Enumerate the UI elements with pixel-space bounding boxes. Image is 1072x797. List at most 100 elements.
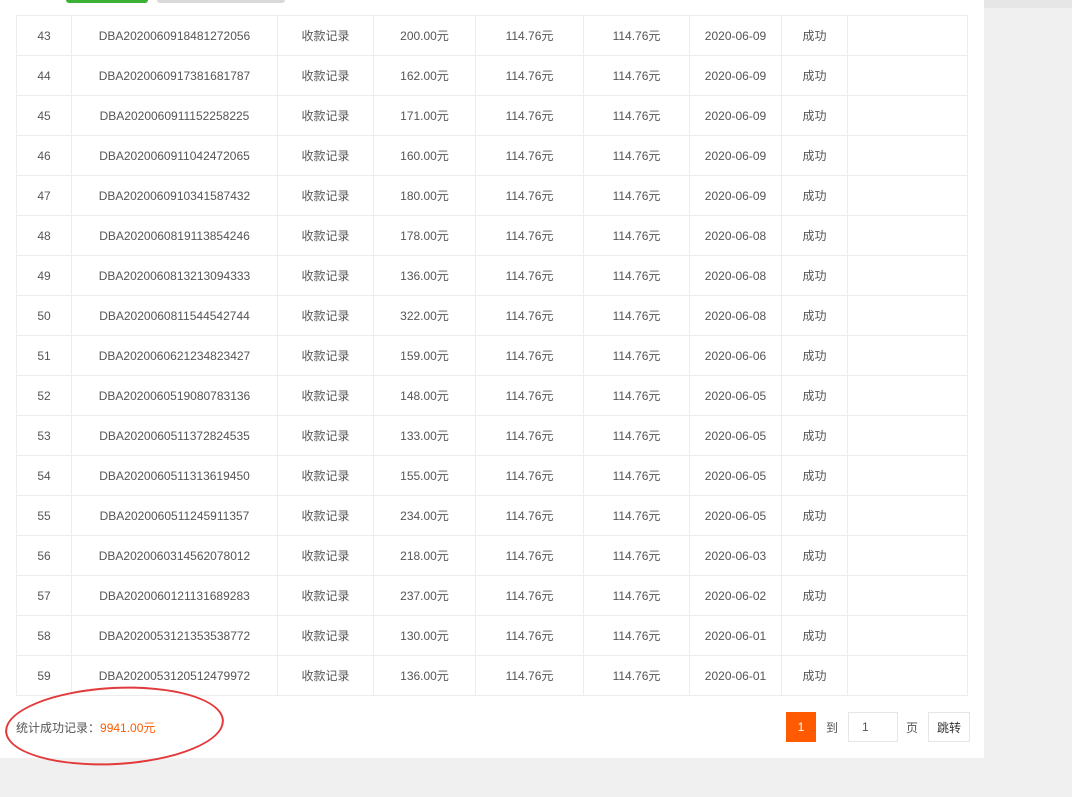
cell-order-id: DBA2020060621234823427	[71, 335, 278, 376]
cell-fee: 114.76元	[475, 375, 584, 416]
table-row: 54 DBA2020060511313619450 收款记录 155.00元 114.7…	[16, 455, 968, 496]
cell-empty	[847, 535, 968, 576]
cell-date: 2020-06-05	[689, 415, 782, 456]
cell-balance: 114.76元	[583, 335, 690, 376]
cell-date: 2020-06-01	[689, 655, 782, 696]
cell-record-type: 收款记录	[277, 535, 374, 576]
cell-amount: 155.00元	[373, 455, 476, 496]
cell-status: 成功	[781, 335, 848, 376]
cell-record-type: 收款记录	[277, 295, 374, 336]
cell-fee: 114.76元	[475, 215, 584, 256]
cell-record-type: 收款记录	[277, 55, 374, 96]
cell-balance: 114.76元	[583, 575, 690, 616]
cell-record-type: 收款记录	[277, 15, 374, 56]
cell-date: 2020-06-05	[689, 375, 782, 416]
cell-empty	[847, 335, 968, 376]
cell-index: 47	[16, 175, 72, 216]
cell-status: 成功	[781, 15, 848, 56]
cell-date: 2020-06-02	[689, 575, 782, 616]
cell-status: 成功	[781, 55, 848, 96]
cell-empty	[847, 135, 968, 176]
cell-status: 成功	[781, 535, 848, 576]
cell-order-id: DBA2020053121353538772	[71, 615, 278, 656]
cell-balance: 114.76元	[583, 15, 690, 56]
records-table: 43 DBA2020060918481272056 收款记录 200.00元 114.7…	[16, 15, 968, 696]
table-row: 51 DBA2020060621234823427 收款记录 159.00元 114.7…	[16, 335, 968, 376]
cell-balance: 114.76元	[583, 55, 690, 96]
table-row: 56 DBA2020060314562078012 收款记录 218.00元 114.7…	[16, 535, 968, 576]
cell-index: 54	[16, 455, 72, 496]
cell-balance: 114.76元	[583, 295, 690, 336]
cell-status: 成功	[781, 255, 848, 296]
cell-balance: 114.76元	[583, 535, 690, 576]
cell-empty	[847, 415, 968, 456]
cell-empty	[847, 55, 968, 96]
cell-amount: 218.00元	[373, 535, 476, 576]
cell-status: 成功	[781, 95, 848, 136]
tab-active-edge[interactable]	[66, 0, 148, 3]
cell-amount: 162.00元	[373, 55, 476, 96]
table-row: 53 DBA2020060511372824535 收款记录 133.00元 114.7…	[16, 415, 968, 456]
table-row: 44 DBA2020060917381681787 收款记录 162.00元 114.7…	[16, 55, 968, 96]
cell-status: 成功	[781, 375, 848, 416]
table-row: 57 DBA2020060121131689283 收款记录 237.00元 114.7…	[16, 575, 968, 616]
jump-button[interactable]: 跳转	[928, 712, 971, 742]
cell-status: 成功	[781, 415, 848, 456]
cell-fee: 114.76元	[475, 95, 584, 136]
cell-empty	[847, 15, 968, 56]
cell-balance: 114.76元	[583, 135, 690, 176]
cell-balance: 114.76元	[583, 415, 690, 456]
table-row: 47 DBA2020060910341587432 收款记录 180.00元 114.7…	[16, 175, 968, 216]
cell-index: 50	[16, 295, 72, 336]
cell-fee: 114.76元	[475, 655, 584, 696]
cell-empty	[847, 255, 968, 296]
cell-date: 2020-06-09	[689, 175, 782, 216]
cell-record-type: 收款记录	[277, 255, 374, 296]
cell-amount: 322.00元	[373, 295, 476, 336]
cell-fee: 114.76元	[475, 175, 584, 216]
cell-amount: 160.00元	[373, 135, 476, 176]
cell-index: 52	[16, 375, 72, 416]
cell-amount: 136.00元	[373, 655, 476, 696]
cell-amount: 133.00元	[373, 415, 476, 456]
cell-record-type: 收款记录	[277, 455, 374, 496]
cell-empty	[847, 655, 968, 696]
records-table-body: 43 DBA2020060918481272056 收款记录 200.00元 114.7…	[16, 15, 968, 696]
cell-balance: 114.76元	[583, 495, 690, 536]
table-row: 48 DBA2020060819113854246 收款记录 178.00元 114.7…	[16, 215, 968, 256]
table-row: 55 DBA2020060511245911357 收款记录 234.00元 114.7…	[16, 495, 968, 536]
cell-order-id: DBA2020060511245911357	[71, 495, 278, 536]
cell-order-id: DBA2020060910341587432	[71, 175, 278, 216]
cell-index: 45	[16, 95, 72, 136]
cell-amount: 200.00元	[373, 15, 476, 56]
cell-fee: 114.76元	[475, 455, 584, 496]
tab-inactive-edge[interactable]	[157, 0, 285, 3]
cell-date: 2020-06-08	[689, 215, 782, 256]
cell-index: 48	[16, 215, 72, 256]
cell-order-id: DBA2020060918481272056	[71, 15, 278, 56]
cell-balance: 114.76元	[583, 615, 690, 656]
cell-empty	[847, 295, 968, 336]
cell-status: 成功	[781, 295, 848, 336]
cell-status: 成功	[781, 575, 848, 616]
cell-index: 58	[16, 615, 72, 656]
cell-fee: 114.76元	[475, 55, 584, 96]
cell-order-id: DBA2020060519080783136	[71, 375, 278, 416]
cell-order-id: DBA2020060911042472065	[71, 135, 278, 176]
page-number-input[interactable]	[848, 712, 899, 742]
cell-order-id: DBA2020060314562078012	[71, 535, 278, 576]
cell-date: 2020-06-05	[689, 495, 782, 536]
cell-index: 53	[16, 415, 72, 456]
cell-record-type: 收款记录	[277, 415, 374, 456]
cell-empty	[847, 575, 968, 616]
cell-date: 2020-06-06	[689, 335, 782, 376]
cell-record-type: 收款记录	[277, 335, 374, 376]
cell-order-id: DBA2020060511313619450	[71, 455, 278, 496]
page-button-current[interactable]: 1	[786, 712, 816, 742]
cell-record-type: 收款记录	[277, 135, 374, 176]
cell-date: 2020-06-09	[689, 55, 782, 96]
pager-page-label: 页	[906, 720, 919, 735]
cell-fee: 114.76元	[475, 295, 584, 336]
cell-status: 成功	[781, 655, 848, 696]
cell-fee: 114.76元	[475, 335, 584, 376]
